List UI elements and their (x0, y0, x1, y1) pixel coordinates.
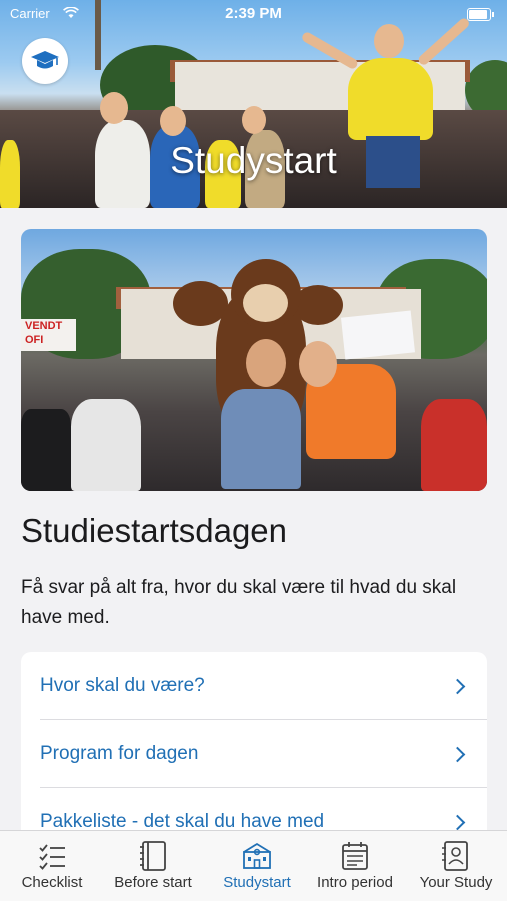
tab-label: Studystart (223, 874, 291, 891)
hero-person-head (160, 106, 186, 136)
hero-person-head (374, 24, 404, 58)
feature-sign: VENDT OFI (21, 319, 76, 351)
hero-person-head (100, 92, 128, 124)
tab-studystart[interactable]: Studystart (212, 831, 302, 901)
tab-intro-period[interactable]: Intro period (310, 831, 400, 901)
id-card-icon (442, 841, 468, 871)
hero-person-yellow (348, 58, 433, 140)
tab-bar: Checklist Before start Studystart Intro … (0, 830, 507, 901)
battery-fill (469, 10, 487, 19)
link-where-to-be[interactable]: Hvor skal du være? (21, 652, 487, 720)
status-time: 2:39 PM (225, 5, 282, 22)
book-icon (140, 841, 166, 871)
graduation-cap-icon (31, 51, 59, 69)
intro-text: Få svar på alt fra, hvor du skal være ti… (21, 577, 457, 628)
feature-person (421, 399, 487, 491)
battery-icon (467, 8, 494, 21)
feature-person-face (299, 341, 337, 387)
hero-banner: Carrier 2:39 PM Studystart (0, 0, 507, 208)
status-bar: Carrier 2:39 PM (0, 0, 507, 28)
link-list: Hvor skal du være? Program for dagen Pak… (21, 652, 487, 852)
checklist-icon (39, 844, 65, 870)
tab-checklist[interactable]: Checklist (12, 831, 92, 901)
link-program[interactable]: Program for dagen (21, 720, 487, 788)
link-label: Program for dagen (40, 743, 199, 764)
section-title: Studiestartsdagen (21, 512, 288, 549)
feature-person (71, 399, 141, 491)
tab-label: Intro period (317, 874, 393, 891)
chevron-right-icon (449, 814, 466, 830)
tab-your-study[interactable]: Your Study (412, 831, 500, 901)
tab-label: Before start (114, 874, 192, 891)
tab-label: Your Study (419, 874, 493, 891)
feature-person-denim (221, 389, 301, 489)
feature-person-face (246, 339, 286, 387)
chevron-right-icon (449, 746, 466, 762)
mascot-face (243, 284, 288, 322)
feature-image: VENDT OFI (21, 229, 487, 491)
feature-person (21, 409, 71, 491)
chevron-right-icon (449, 678, 466, 694)
feature-sign-banner (340, 310, 416, 360)
calendar-icon (342, 842, 368, 870)
tab-before-start[interactable]: Before start (105, 831, 201, 901)
building-icon (243, 842, 271, 869)
hero-person-head (242, 106, 266, 134)
hero-title: Studystart (170, 140, 337, 181)
app-logo[interactable] (22, 38, 68, 84)
tab-label: Checklist (21, 874, 83, 891)
link-label: Hvor skal du være? (40, 675, 205, 696)
